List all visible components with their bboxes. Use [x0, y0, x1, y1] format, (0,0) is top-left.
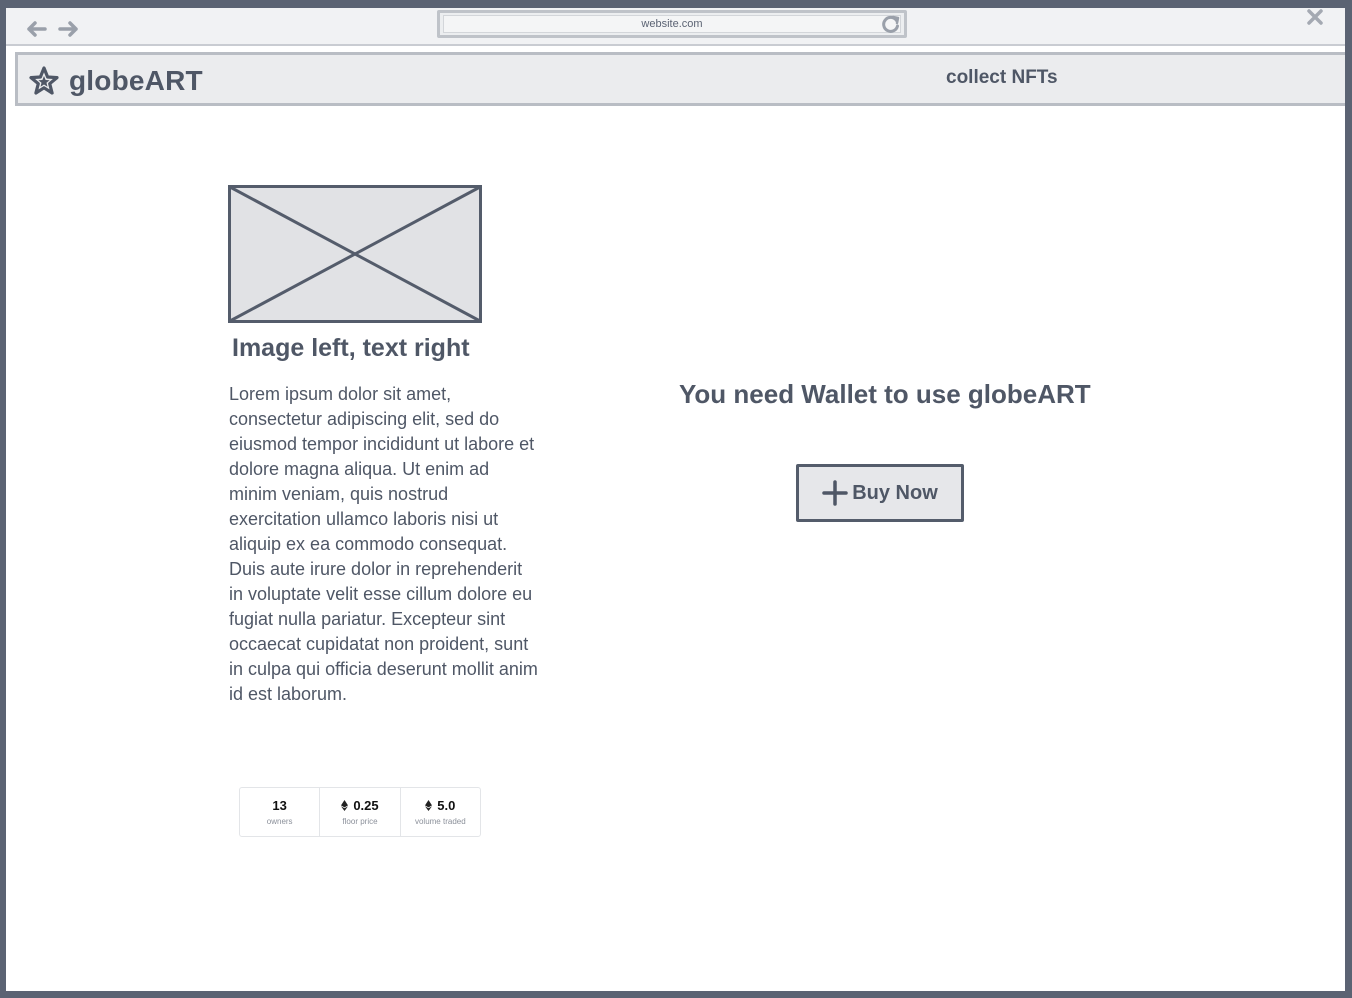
back-button[interactable] [24, 18, 48, 40]
reload-icon [882, 15, 900, 33]
stat-value: 5.0 [425, 798, 455, 813]
plus-icon [822, 480, 848, 506]
stat-value: 0.25 [341, 798, 379, 813]
nav-link-collect-nfts[interactable]: collect NFTs [946, 67, 1058, 89]
star-icon [29, 66, 59, 95]
arrow-left-icon [27, 21, 47, 37]
stat-volume-traded-value: 5.0 [437, 798, 456, 813]
stat-floor-price-label: floor price [342, 817, 378, 826]
section-title: Image left, text right [232, 334, 470, 362]
forward-button[interactable] [57, 18, 81, 40]
close-window-button[interactable] [1305, 8, 1325, 26]
url-text[interactable]: website.com [443, 15, 901, 33]
buy-now-button[interactable]: Buy Now [796, 464, 964, 522]
brand-name: globeART [69, 65, 203, 96]
stat-owners-label: owners [266, 817, 293, 826]
stat-owners: 13 owners [240, 788, 321, 836]
address-bar[interactable]: website.com [437, 10, 907, 38]
arrow-right-icon [58, 21, 78, 37]
ethereum-icon [425, 800, 433, 811]
buy-now-label: Buy Now [852, 481, 938, 504]
stat-volume-traded-label: volume traded [414, 817, 466, 826]
image-placeholder [228, 185, 482, 323]
brand-logo[interactable]: globeART [28, 65, 203, 97]
stat-owners-value: 13 [272, 798, 287, 813]
app-header: globeART collect NFTs [15, 52, 1345, 106]
stat-floor-price: 0.25 floor price [320, 788, 401, 836]
reload-button[interactable] [880, 14, 902, 34]
stat-value: 13 [272, 798, 286, 813]
wallet-required-message: You need Wallet to use globeART [679, 379, 1091, 409]
ethereum-icon [341, 800, 349, 811]
stats-panel: 13 owners 0.25 floor price 5.0 volume tr… [239, 787, 481, 837]
stat-floor-price-value: 0.25 [353, 798, 379, 813]
browser-toolbar: website.com [6, 8, 1345, 46]
body-paragraph: Lorem ipsum dolor sit amet, consectetur … [229, 384, 538, 704]
browser-window: website.com globeART collect NFTs Image … [6, 8, 1345, 991]
close-icon [1307, 9, 1323, 25]
stat-volume-traded: 5.0 volume traded [401, 788, 480, 836]
